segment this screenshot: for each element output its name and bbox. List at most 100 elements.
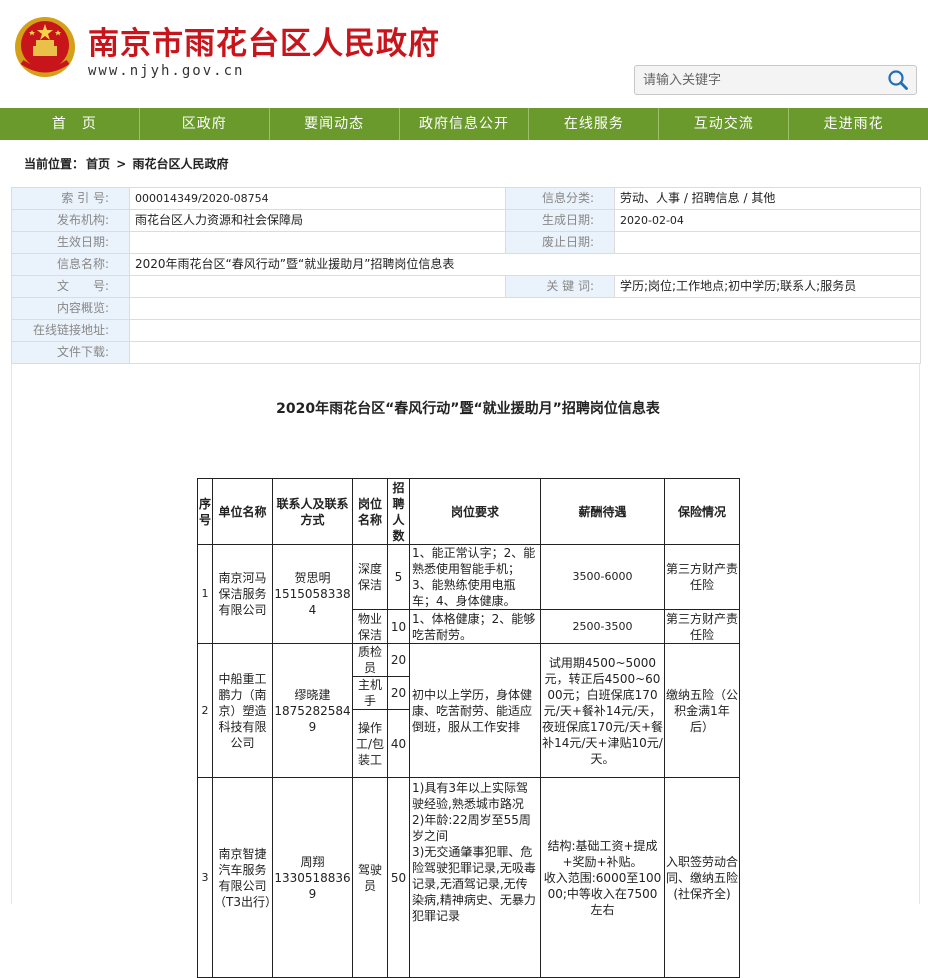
table-row: 1 南京河马保洁服务有限公司 贺思明 15150583384 深度保洁 5 1、… bbox=[197, 544, 740, 644]
company-name: 中船重工鹏力（南京）塑造科技有限公司 bbox=[212, 643, 273, 778]
requirements: 1、体格健康；2、能够吃苦耐劳。 bbox=[409, 609, 541, 644]
header-salary: 薪酬待遇 bbox=[540, 478, 665, 545]
meta-row: 内容概览: bbox=[11, 297, 921, 320]
site-title[interactable]: 南京市雨花台区人民政府 bbox=[88, 18, 440, 63]
online-link-value[interactable] bbox=[129, 319, 921, 342]
effective-date-value bbox=[129, 231, 506, 254]
search-box bbox=[634, 65, 917, 95]
file-download-value[interactable] bbox=[129, 341, 921, 364]
date-label: 生成日期: bbox=[505, 209, 615, 232]
main-nav: 首 页 区政府 要闻动态 政府信息公开 在线服务 互动交流 走进雨花 bbox=[0, 108, 928, 140]
nav-district-government[interactable]: 区政府 bbox=[138, 108, 269, 140]
document-metadata-table: 索 引 号: 000014349/2020-08754 信息分类: 劳动、人事 … bbox=[11, 187, 921, 364]
category-value: 劳动、人事 / 招聘信息 / 其他 bbox=[614, 187, 921, 210]
header-company: 单位名称 bbox=[212, 478, 273, 545]
expire-date-label: 废止日期: bbox=[505, 231, 615, 254]
position-name: 主机手 bbox=[352, 676, 388, 710]
meta-row: 在线链接地址: bbox=[11, 319, 921, 342]
insurance: 第三方财产责任险 bbox=[664, 544, 740, 610]
row-no: 2 bbox=[197, 643, 213, 778]
hire-count: 50 bbox=[387, 777, 410, 978]
header-no: 序号 bbox=[197, 478, 213, 545]
insurance: 入职签劳动合同、缴纳五险(社保齐全) bbox=[664, 777, 740, 978]
index-value: 000014349/2020-08754 bbox=[129, 187, 506, 210]
doc-number-label: 文 号: bbox=[11, 275, 130, 298]
publisher-value: 雨花台区人力资源和社会保障局 bbox=[129, 209, 506, 232]
nav-interaction[interactable]: 互动交流 bbox=[658, 108, 788, 140]
position-name: 驾驶员 bbox=[352, 777, 388, 978]
hire-count: 40 bbox=[387, 709, 410, 778]
requirements: 初中以上学历，身体健康、吃苦耐劳、能适应倒班，服从工作安排 bbox=[409, 643, 541, 778]
contact-info: 周翔 13305188369 bbox=[272, 777, 353, 978]
keywords-label: 关 键 词: bbox=[505, 275, 615, 298]
search-icon bbox=[888, 70, 908, 90]
nav-news[interactable]: 要闻动态 bbox=[268, 108, 399, 140]
header-contact: 联系人及联系方式 bbox=[272, 478, 353, 545]
position-name: 操作工/包装工 bbox=[352, 709, 388, 778]
hire-count: 20 bbox=[387, 676, 410, 710]
breadcrumb-separator: > bbox=[112, 157, 131, 171]
company-name: 南京河马保洁服务有限公司 bbox=[212, 544, 273, 644]
file-download-label: 文件下载: bbox=[11, 341, 130, 364]
search-input[interactable] bbox=[635, 66, 880, 94]
salary: 结构:基础工资+提成+奖励+补贴。 收入范围:6000至10000;中等收入在7… bbox=[540, 777, 665, 978]
nav-home[interactable]: 首 页 bbox=[10, 108, 139, 140]
row-no: 1 bbox=[197, 544, 213, 644]
publisher-label: 发布机构: bbox=[11, 209, 130, 232]
salary: 试用期4500~5000元，转正后4500~6000元；白班保底170元/天+餐… bbox=[540, 643, 665, 778]
search-button[interactable] bbox=[880, 66, 916, 94]
table-header-row: 序号 单位名称 联系人及联系方式 岗位名称 招聘人数 岗位要求 薪酬待遇 保险情… bbox=[197, 478, 740, 545]
job-listing-table: 序号 单位名称 联系人及联系方式 岗位名称 招聘人数 岗位要求 薪酬待遇 保险情… bbox=[197, 478, 740, 978]
contact-info: 贺思明 15150583384 bbox=[272, 544, 353, 644]
header-position: 岗位名称 bbox=[352, 478, 388, 545]
breadcrumb-prefix: 当前位置： bbox=[24, 157, 85, 171]
header-requirements: 岗位要求 bbox=[409, 478, 541, 545]
position-name: 深度保洁 bbox=[352, 544, 388, 610]
requirements: 1)具有3年以上实际驾驶经验,熟悉城市路况 2)年龄:22周岁至55周岁之间 3… bbox=[409, 777, 541, 978]
position-name: 质检员 bbox=[352, 643, 388, 677]
row-no: 3 bbox=[197, 777, 213, 978]
nav-info-disclosure[interactable]: 政府信息公开 bbox=[398, 108, 529, 140]
info-name-label: 信息名称: bbox=[11, 253, 130, 276]
company-name: 南京智捷汽车服务有限公司（T3出行） bbox=[212, 777, 277, 978]
table-row: 2 中船重工鹏力（南京）塑造科技有限公司 缪晓建 18752825849 质检员… bbox=[197, 643, 740, 778]
meta-row: 信息名称: 2020年雨花台区“春风行动”暨“就业援助月”招聘岗位信息表 bbox=[11, 253, 921, 276]
breadcrumb-current[interactable]: 雨花台区人民政府 bbox=[132, 157, 228, 171]
insurance: 第三方财产责任险 bbox=[664, 609, 740, 644]
meta-row: 文件下载: bbox=[11, 341, 921, 364]
nav-about-yuhua[interactable]: 走进雨花 bbox=[788, 108, 918, 140]
category-label: 信息分类: bbox=[505, 187, 615, 210]
table-row: 3 南京智捷汽车服务有限公司（T3出行） 周翔 13305188369 驾驶员 … bbox=[197, 777, 740, 978]
nav-online-services[interactable]: 在线服务 bbox=[528, 108, 658, 140]
date-value: 2020-02-04 bbox=[614, 209, 921, 232]
doc-number-value bbox=[129, 275, 506, 298]
site-header: 南京市雨花台区人民政府 www.njyh.gov.cn bbox=[0, 0, 928, 108]
hire-count: 10 bbox=[387, 609, 410, 644]
header-insurance: 保险情况 bbox=[664, 478, 740, 545]
meta-row: 索 引 号: 000014349/2020-08754 信息分类: 劳动、人事 … bbox=[11, 187, 921, 210]
meta-row: 文 号: 关 键 词: 学历;岗位;工作地点;初中学历;联系人;服务员 bbox=[11, 275, 921, 298]
hire-count: 20 bbox=[387, 643, 410, 677]
contact-info: 缪晓建 18752825849 bbox=[272, 643, 353, 778]
site-url: www.njyh.gov.cn bbox=[88, 63, 245, 79]
online-link-label: 在线链接地址: bbox=[11, 319, 130, 342]
summary-label: 内容概览: bbox=[11, 297, 130, 320]
position-name: 物业保洁 bbox=[352, 609, 388, 644]
salary: 3500-6000 bbox=[540, 544, 665, 610]
breadcrumb: 当前位置： 首页 > 雨花台区人民政府 bbox=[24, 155, 230, 172]
meta-row: 生效日期: 废止日期: bbox=[11, 231, 921, 254]
index-label: 索 引 号: bbox=[11, 187, 130, 210]
effective-date-label: 生效日期: bbox=[11, 231, 130, 254]
national-emblem-icon bbox=[14, 16, 76, 78]
keywords-value: 学历;岗位;工作地点;初中学历;联系人;服务员 bbox=[614, 275, 921, 298]
hire-count: 5 bbox=[387, 544, 410, 610]
insurance: 缴纳五险（公积金满1年后） bbox=[664, 643, 740, 778]
meta-row: 发布机构: 雨花台区人力资源和社会保障局 生成日期: 2020-02-04 bbox=[11, 209, 921, 232]
header-count: 招聘人数 bbox=[387, 478, 410, 545]
salary: 2500-3500 bbox=[540, 609, 665, 644]
summary-value bbox=[129, 297, 921, 320]
breadcrumb-home[interactable]: 首页 bbox=[86, 157, 110, 171]
expire-date-value bbox=[614, 231, 921, 254]
info-name-value: 2020年雨花台区“春风行动”暨“就业援助月”招聘岗位信息表 bbox=[129, 253, 921, 276]
requirements: 1、能正常认字；2、能熟悉使用智能手机；3、能熟练使用电瓶车；4、身体健康。 bbox=[409, 544, 541, 610]
